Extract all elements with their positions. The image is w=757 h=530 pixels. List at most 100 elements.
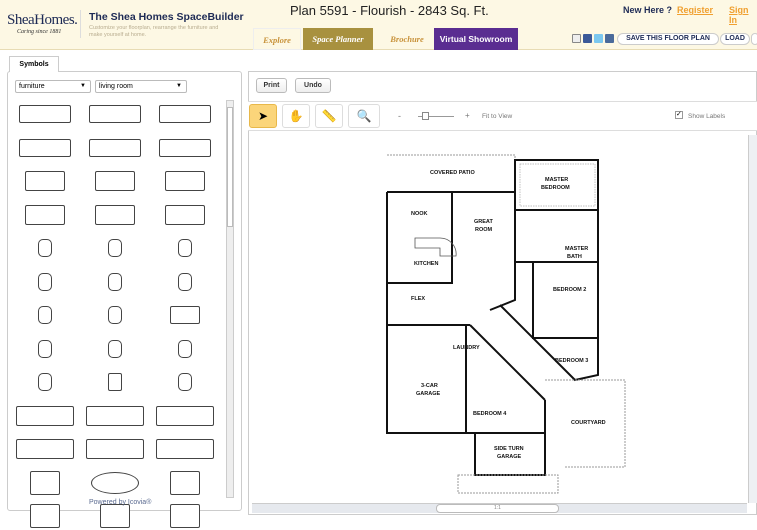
symbols-scrollbar[interactable] bbox=[226, 100, 234, 498]
chair-symbol[interactable] bbox=[84, 335, 146, 363]
sofa-symbol[interactable] bbox=[154, 134, 216, 162]
square-table-symbol[interactable] bbox=[154, 469, 216, 497]
loveseat-symbol[interactable] bbox=[84, 167, 146, 195]
pan-tool-button[interactable]: ✋ bbox=[282, 104, 310, 128]
end-table-symbol[interactable] bbox=[14, 502, 76, 530]
powered-by[interactable]: Powered by Icovia® bbox=[89, 499, 151, 506]
zoom-slider-thumb[interactable] bbox=[421, 112, 429, 120]
shea-homes-logo[interactable]: SheaHomes. bbox=[7, 12, 78, 29]
app-title: The Shea Homes SpaceBuilder bbox=[89, 11, 244, 23]
chair-symbol[interactable] bbox=[14, 234, 76, 262]
sofa-symbol[interactable] bbox=[14, 100, 76, 128]
chair-symbol[interactable] bbox=[84, 301, 146, 329]
chaise-shape bbox=[170, 306, 200, 324]
loveseat-shape bbox=[25, 204, 65, 225]
floor-plan-canvas[interactable]: COVERED PATIO MASTER BEDROOM NOOK GREAT … bbox=[252, 135, 747, 505]
ottoman-symbol[interactable] bbox=[84, 368, 146, 396]
show-labels-checkbox[interactable]: ✓ bbox=[675, 111, 683, 119]
room-label: BEDROOM 4 bbox=[473, 411, 507, 417]
driveway bbox=[457, 474, 559, 494]
chair-symbol[interactable] bbox=[154, 268, 216, 296]
tab-brochure[interactable]: Brochure bbox=[381, 28, 433, 50]
entertainment-center-symbol[interactable] bbox=[14, 402, 76, 430]
loveseat-symbol[interactable] bbox=[84, 201, 146, 229]
console-table-symbol[interactable] bbox=[14, 435, 76, 463]
plan-title: Plan 5591 - Flourish - 2843 Sq. Ft. bbox=[290, 3, 489, 18]
category-select[interactable]: furniture ▼ bbox=[15, 80, 91, 93]
zoom-icon: 🔍 bbox=[356, 109, 372, 123]
bench-symbol[interactable] bbox=[154, 402, 216, 430]
chair-shape bbox=[38, 373, 52, 391]
chair-symbol[interactable] bbox=[14, 301, 76, 329]
sofa-symbol[interactable] bbox=[14, 134, 76, 162]
chair-symbol[interactable] bbox=[84, 268, 146, 296]
corner-table-symbol[interactable] bbox=[84, 502, 146, 530]
zoom-out-button[interactable]: - bbox=[398, 111, 401, 121]
chevron-down-icon: ▼ bbox=[176, 83, 182, 89]
console-table-shape bbox=[86, 439, 144, 459]
sofa-shape bbox=[159, 138, 211, 157]
save-floor-plan-button[interactable]: SAVE THIS FLOOR PLAN bbox=[617, 33, 719, 45]
bookshelf-symbol[interactable] bbox=[84, 402, 146, 430]
room-label: FLEX bbox=[411, 296, 425, 302]
print-button[interactable]: Print bbox=[256, 78, 287, 93]
square-table-shape bbox=[170, 470, 200, 495]
sectional-symbol[interactable] bbox=[154, 502, 216, 530]
tab-space-planner[interactable]: Space Planner bbox=[303, 28, 373, 50]
zoom-tool-button[interactable]: 🔍 bbox=[348, 104, 380, 128]
measure-tool-button[interactable]: 📏 bbox=[315, 104, 343, 128]
load-dropdown-icon[interactable] bbox=[751, 33, 757, 45]
register-link[interactable]: Register bbox=[677, 5, 713, 15]
canvas-vertical-scrollbar[interactable] bbox=[748, 135, 757, 503]
load-button[interactable]: LOAD bbox=[720, 33, 750, 45]
chair-shape bbox=[178, 272, 192, 291]
symbols-tab[interactable]: Symbols bbox=[9, 56, 59, 72]
loveseat-symbol[interactable] bbox=[154, 167, 216, 195]
sofa-symbol[interactable] bbox=[84, 100, 146, 128]
console-table-symbol[interactable] bbox=[84, 435, 146, 463]
facebook-icon[interactable] bbox=[583, 34, 592, 43]
loveseat-shape bbox=[165, 204, 205, 225]
console-table-symbol[interactable] bbox=[154, 435, 216, 463]
chair-symbol[interactable] bbox=[14, 268, 76, 296]
chair-shape bbox=[38, 272, 52, 291]
chaise-symbol[interactable] bbox=[154, 301, 216, 329]
tab-explore[interactable]: Explore bbox=[253, 28, 301, 50]
undo-button[interactable]: Undo bbox=[295, 78, 331, 93]
horizontal-scroll-thumb[interactable]: 1:1 bbox=[436, 504, 559, 513]
room-select[interactable]: living room ▼ bbox=[95, 80, 187, 93]
sofa-shape bbox=[89, 105, 141, 123]
loveseat-symbol[interactable] bbox=[154, 201, 216, 229]
chair-symbol[interactable] bbox=[84, 234, 146, 262]
sofa-symbol[interactable] bbox=[84, 134, 146, 162]
loveseat-shape bbox=[165, 171, 205, 191]
chair-symbol[interactable] bbox=[154, 234, 216, 262]
fit-to-view-button[interactable]: Fit to View bbox=[482, 113, 512, 120]
coffee-table-symbol[interactable] bbox=[14, 469, 76, 497]
sign-in-link[interactable]: Sign In bbox=[729, 5, 757, 25]
loveseat-symbol[interactable] bbox=[14, 201, 76, 229]
scrollbar-thumb[interactable] bbox=[227, 107, 233, 227]
room-label: GARAGE bbox=[416, 391, 440, 397]
chair-shape bbox=[38, 239, 52, 257]
select-tool-button[interactable]: ➤ bbox=[249, 104, 277, 128]
sofa-symbol[interactable] bbox=[154, 100, 216, 128]
room-label: MASTER bbox=[545, 177, 568, 183]
ottoman-shape bbox=[108, 373, 122, 391]
chair-symbol[interactable] bbox=[154, 335, 216, 363]
ruler-icon: 📏 bbox=[321, 109, 337, 123]
twitter-icon[interactable] bbox=[594, 34, 603, 43]
email-icon[interactable] bbox=[572, 34, 581, 43]
chair-symbol[interactable] bbox=[154, 368, 216, 396]
chair-symbol[interactable] bbox=[14, 335, 76, 363]
room-label: BATH bbox=[567, 254, 582, 260]
tab-virtual-showroom[interactable]: Virtual Showroom bbox=[434, 28, 518, 50]
room-label: BEDROOM 3 bbox=[555, 358, 588, 364]
oval-table-symbol[interactable] bbox=[84, 469, 146, 497]
entertainment-center-shape bbox=[16, 405, 74, 426]
zoom-in-button[interactable]: + bbox=[465, 111, 470, 120]
chair-symbol[interactable] bbox=[14, 368, 76, 396]
loveseat-symbol[interactable] bbox=[14, 167, 76, 195]
new-here-label: New Here ? bbox=[623, 5, 673, 15]
share-icon[interactable] bbox=[605, 34, 614, 43]
